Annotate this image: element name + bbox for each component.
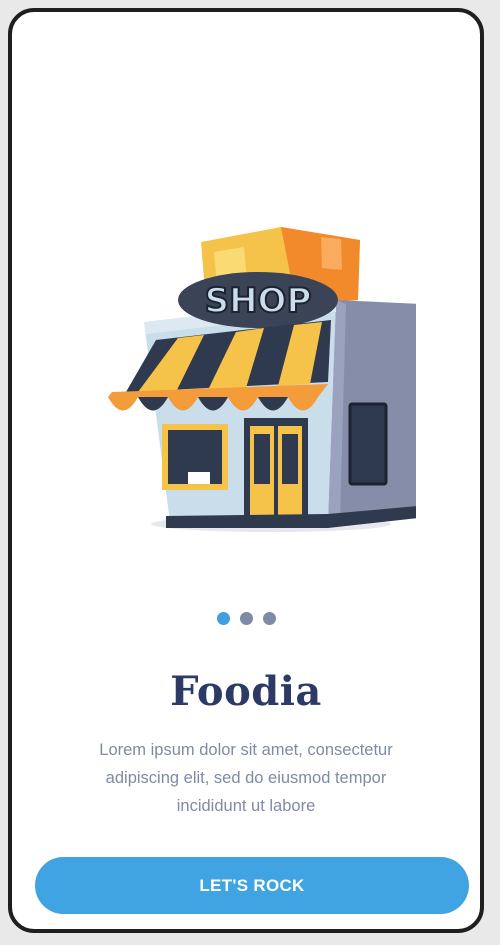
pagination-dot-1[interactable]	[216, 612, 230, 625]
pagination-dot-2[interactable]	[239, 612, 253, 625]
page-title: Foodia	[170, 668, 322, 715]
phone-screen: SHOP Foodia Lorem ipsum dolor sit amet, …	[8, 8, 484, 933]
door-glass-shape	[282, 434, 298, 484]
side-window-shape	[348, 402, 388, 486]
description-text: Lorem ipsum dolor sit amet, consectetur …	[99, 741, 393, 815]
door-glass-shape	[254, 434, 270, 484]
window-sign-shape	[188, 472, 210, 484]
shop-illustration: SHOP	[108, 227, 416, 532]
lets-rock-button[interactable]: LET'S ROCK	[35, 857, 469, 914]
box-highlight-shape	[321, 237, 342, 270]
pagination-dot-3[interactable]	[262, 612, 276, 625]
shop-sign-text: SHOP	[205, 281, 312, 321]
pagination-dots	[12, 612, 480, 625]
